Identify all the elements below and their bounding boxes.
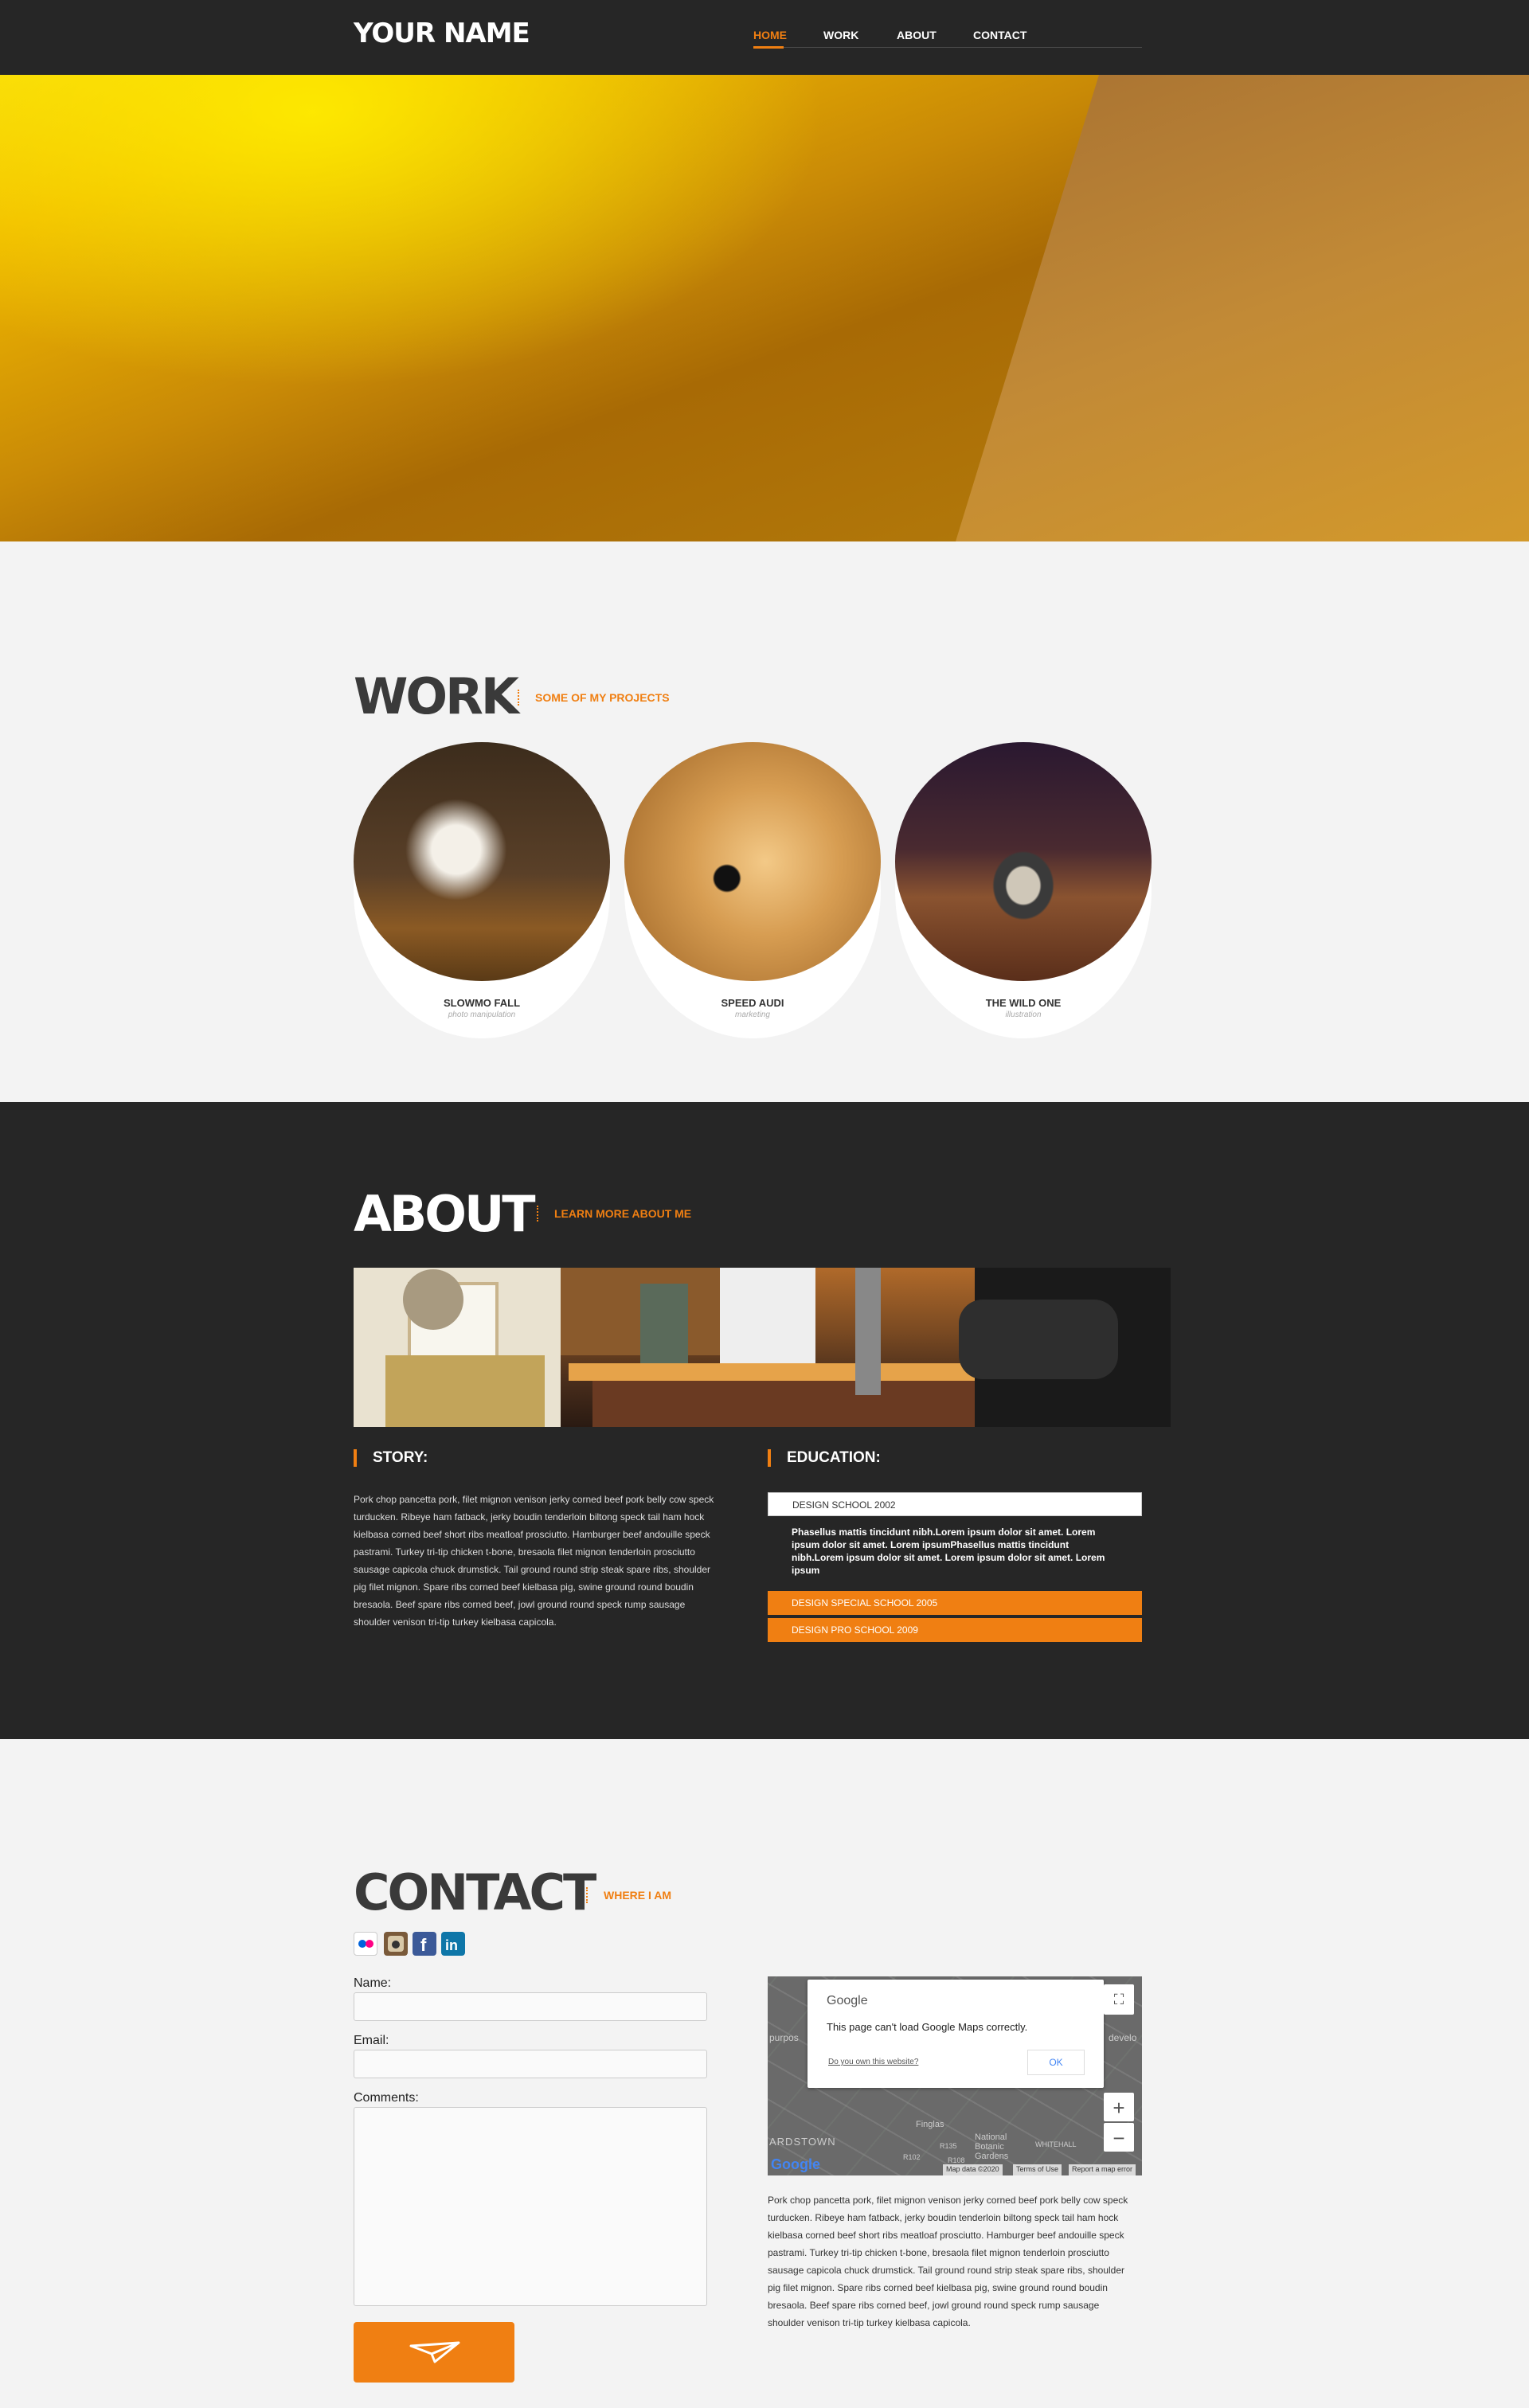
work-item-slowmo-fall[interactable]: SLOWMO FALL photo manipulation [354, 742, 610, 1038]
site-logo[interactable]: YOUR NAME [354, 18, 530, 49]
work-item-speed-audi[interactable]: SPEED AUDI marketing [624, 742, 881, 1038]
map-zoom-in-icon[interactable]: + [1104, 2093, 1134, 2121]
hero-glow [0, 75, 1115, 541]
contact-title: CONTACT [354, 1863, 596, 1921]
map-attribution: Map data ©2020 [943, 2164, 1003, 2175]
workspace-illustration [354, 1268, 1171, 1427]
map-error-message: This page can't load Google Maps correct… [827, 2021, 1028, 2033]
name-field[interactable] [354, 1992, 707, 2021]
linkedin-icon[interactable]: in [441, 1932, 465, 1956]
map-ok-button[interactable]: OK [1027, 2050, 1085, 2075]
work-item-title: SLOWMO FALL [443, 997, 521, 1009]
map-label: WHITEHALL [1035, 2140, 1077, 2148]
map-label: ARDSTOWN [769, 2136, 836, 2148]
map-label: develo [1109, 2032, 1137, 2043]
education-item-design-special-school-2005[interactable]: DESIGN SPECIAL SCHOOL 2005 [768, 1591, 1142, 1615]
work-thumbnail[interactable] [354, 742, 610, 981]
work-item-the-wild-one[interactable]: THE WILD ONE illustration [895, 742, 1152, 1038]
work-item-category: marketing [735, 1010, 770, 1019]
map-own-site-link[interactable]: Do you own this website? [828, 2058, 918, 2066]
contact-text: Pork chop pancetta pork, filet mignon ve… [768, 2195, 1128, 2328]
map-label: R108 [948, 2156, 965, 2164]
flickr-icon[interactable] [354, 1932, 377, 1956]
nav-about[interactable]: ABOUT [897, 29, 937, 41]
svg-text:f: f [420, 1935, 427, 1955]
comments-field[interactable] [354, 2107, 707, 2306]
map-google-logo: Google [771, 2156, 820, 2172]
email-field[interactable] [354, 2050, 707, 2078]
map-label: R135 [940, 2142, 957, 2150]
map-error-dialog: Google This page can't load Google Maps … [808, 1980, 1104, 2088]
instagram-icon[interactable] [384, 1932, 408, 1956]
map-zoom-out-icon[interactable]: − [1104, 2123, 1134, 2152]
story-text: Pork chop pancetta pork, filet mignon ve… [354, 1494, 714, 1628]
map-label: National Botanic Gardens [975, 2132, 1009, 2161]
contact-subtitle: WHERE I AM [586, 1887, 671, 1903]
map-label: Finglas [916, 2120, 944, 2129]
svg-text:in: in [445, 1937, 458, 1953]
work-item-category: photo manipulation [448, 1010, 516, 1019]
comments-label: Comments: [354, 2091, 419, 2105]
education-title: EDUCATION: [768, 1449, 881, 1467]
work-item-title: SPEED AUDI [721, 997, 784, 1009]
facebook-icon[interactable]: f [413, 1932, 436, 1956]
work-title: WORK [354, 667, 519, 725]
education-item-design-school-2002[interactable]: DESIGN SCHOOL 2002 [768, 1492, 1142, 1516]
send-button[interactable] [354, 2322, 514, 2383]
nav-home[interactable]: HOME [753, 29, 787, 41]
work-thumbnail[interactable] [624, 742, 881, 981]
education-item-text: Phasellus mattis tincidunt nibh.Lorem ip… [792, 1526, 1105, 1576]
map-google-wordmark: Google [827, 1994, 868, 2007]
site-header: YOUR NAME HOME WORK ABOUT CONTACT [0, 0, 1529, 75]
nav-active-indicator [753, 46, 784, 49]
nav-contact[interactable]: CONTACT [973, 29, 1027, 41]
education-item-design-pro-school-2009[interactable]: DESIGN PRO SCHOOL 2009 [768, 1618, 1142, 1642]
nav-work[interactable]: WORK [823, 29, 858, 41]
map-label: R102 [903, 2153, 921, 2161]
map-report-link[interactable]: Report a map error [1069, 2164, 1136, 2175]
work-thumbnail[interactable] [895, 742, 1152, 981]
map-fullscreen-icon[interactable]: ⛶ [1104, 1984, 1134, 2015]
about-subtitle: LEARN MORE ABOUT ME [537, 1206, 691, 1222]
paper-plane-icon [409, 2341, 460, 2363]
main-nav: HOME WORK ABOUT CONTACT [753, 24, 1142, 49]
about-title: ABOUT [354, 1185, 536, 1243]
story-title: STORY: [354, 1449, 428, 1467]
about-workspace-image [354, 1268, 1171, 1427]
map-widget[interactable]: purpos develo Finglas ARDSTOWN National … [768, 1976, 1142, 2175]
email-label: Email: [354, 2034, 389, 2047]
hero-banner [0, 75, 1529, 541]
name-label: Name: [354, 1976, 392, 1990]
work-subtitle: SOME OF MY PROJECTS [518, 690, 670, 706]
work-item-category: illustration [1005, 1010, 1042, 1019]
work-item-title: THE WILD ONE [985, 997, 1062, 1009]
map-label: purpos [769, 2032, 799, 2043]
map-terms-link[interactable]: Terms of Use [1013, 2164, 1062, 2175]
